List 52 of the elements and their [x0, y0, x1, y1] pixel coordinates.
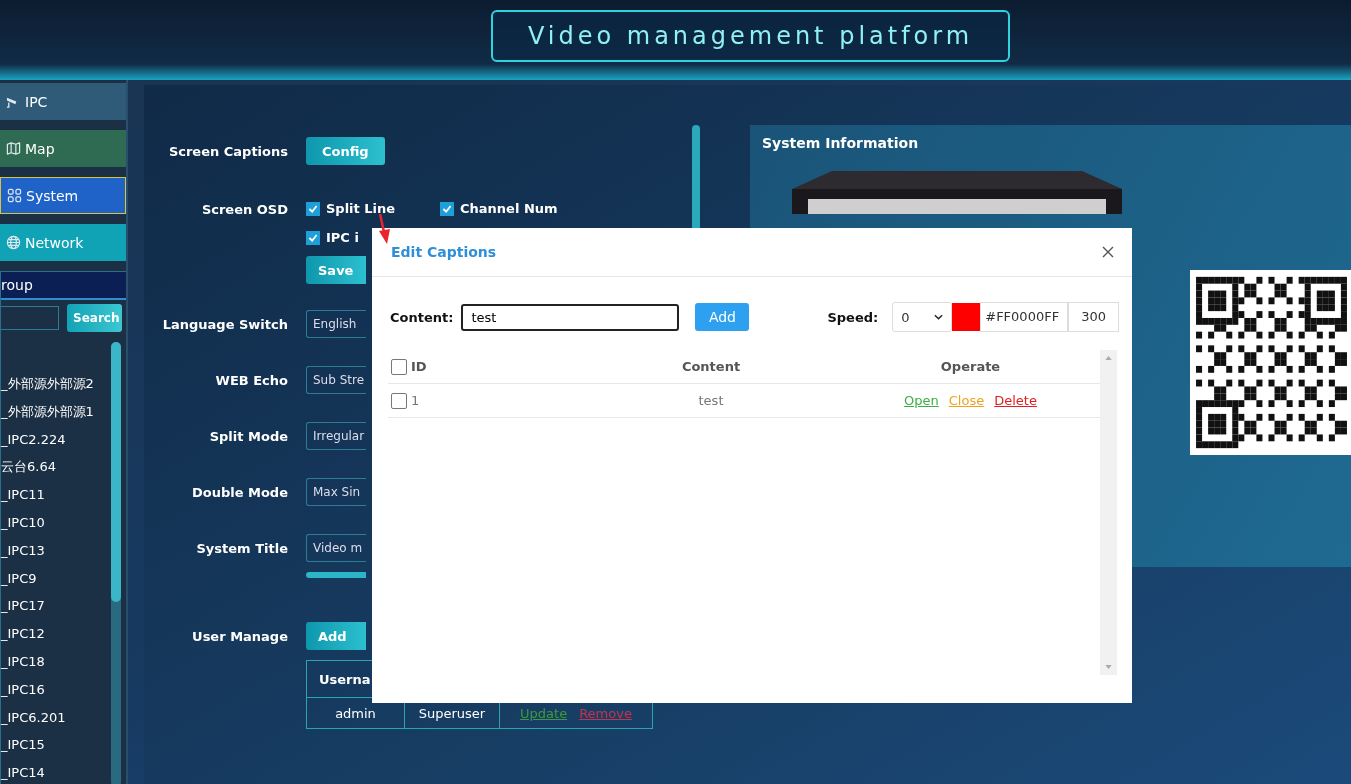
select-field[interactable]: English [306, 310, 366, 338]
speed-label: Speed: [827, 309, 879, 325]
action-link[interactable]: Delete [994, 393, 1037, 408]
tree-item[interactable]: _IPC12 [1, 620, 111, 648]
tree-item[interactable]: _IPC15 [1, 731, 111, 760]
field-label: Split Mode [208, 428, 288, 446]
osd-checkbox[interactable]: IPC i [306, 230, 359, 245]
field-label: Screen Captions [167, 143, 288, 161]
column-header: Content [681, 359, 741, 374]
tree-item[interactable]: _IPC13 [1, 536, 111, 565]
table-cell: 1 [411, 393, 420, 408]
tree-item[interactable]: _IPC14 [1, 759, 111, 784]
field-label: Screen OSD [200, 201, 288, 219]
field-label: User Manage [191, 628, 288, 646]
content-input[interactable]: test [461, 303, 680, 331]
select-field[interactable]: Video m [306, 534, 366, 562]
app-title: Video management platform [527, 22, 974, 50]
tree-item[interactable]: _IPC2.224 [1, 425, 111, 454]
column-header: Userna [319, 671, 371, 687]
content-label: Content: [390, 309, 454, 325]
table-cell: Superuser [418, 705, 486, 721]
column-header: Operate [940, 359, 1001, 374]
select-field[interactable]: Irregular [306, 422, 366, 450]
tree-item[interactable]: _IPC11 [1, 481, 111, 509]
field-label: System Title [195, 540, 288, 558]
dialog-title: Edit Captions [391, 244, 497, 260]
nav-item[interactable]: IPC [0, 83, 126, 120]
select-field[interactable]: Max Sin [306, 478, 366, 506]
column-header: ID [411, 359, 427, 374]
field-label: Double Mode [190, 484, 288, 502]
osd-checkbox[interactable]: Channel Num [440, 201, 558, 216]
table-cell: test [698, 393, 724, 408]
tree-item[interactable]: 云台6.64 [1, 453, 111, 482]
field-label: Language Switch [161, 316, 288, 334]
tree-item[interactable]: _IPC17 [1, 592, 111, 621]
tree-item[interactable]: _IPC18 [1, 647, 111, 676]
tree-item[interactable]: _IPC10 [1, 509, 111, 537]
tree-item[interactable]: _IPC9 [1, 564, 111, 593]
tree-item[interactable]: _IPC6.201 [1, 703, 111, 732]
field-label: WEB Echo [214, 372, 288, 390]
color-field[interactable]: #FF0000FF [980, 302, 1069, 332]
group-title: roup [1, 272, 126, 300]
nav-item[interactable]: System [0, 177, 126, 214]
panel-title: System Information [761, 134, 920, 151]
table-cell: admin [335, 705, 376, 721]
tree-item[interactable]: _外部源外部源2 [1, 370, 111, 398]
osd-checkbox[interactable]: Split Line [306, 201, 440, 216]
select-field[interactable]: Sub Stre [306, 366, 366, 394]
number-field[interactable]: 300 [1068, 302, 1120, 332]
tree-item[interactable]: _外部源外部源1 [1, 397, 111, 426]
tree-item[interactable]: _IPC16 [1, 675, 111, 704]
nav-item[interactable]: Map [0, 130, 126, 167]
